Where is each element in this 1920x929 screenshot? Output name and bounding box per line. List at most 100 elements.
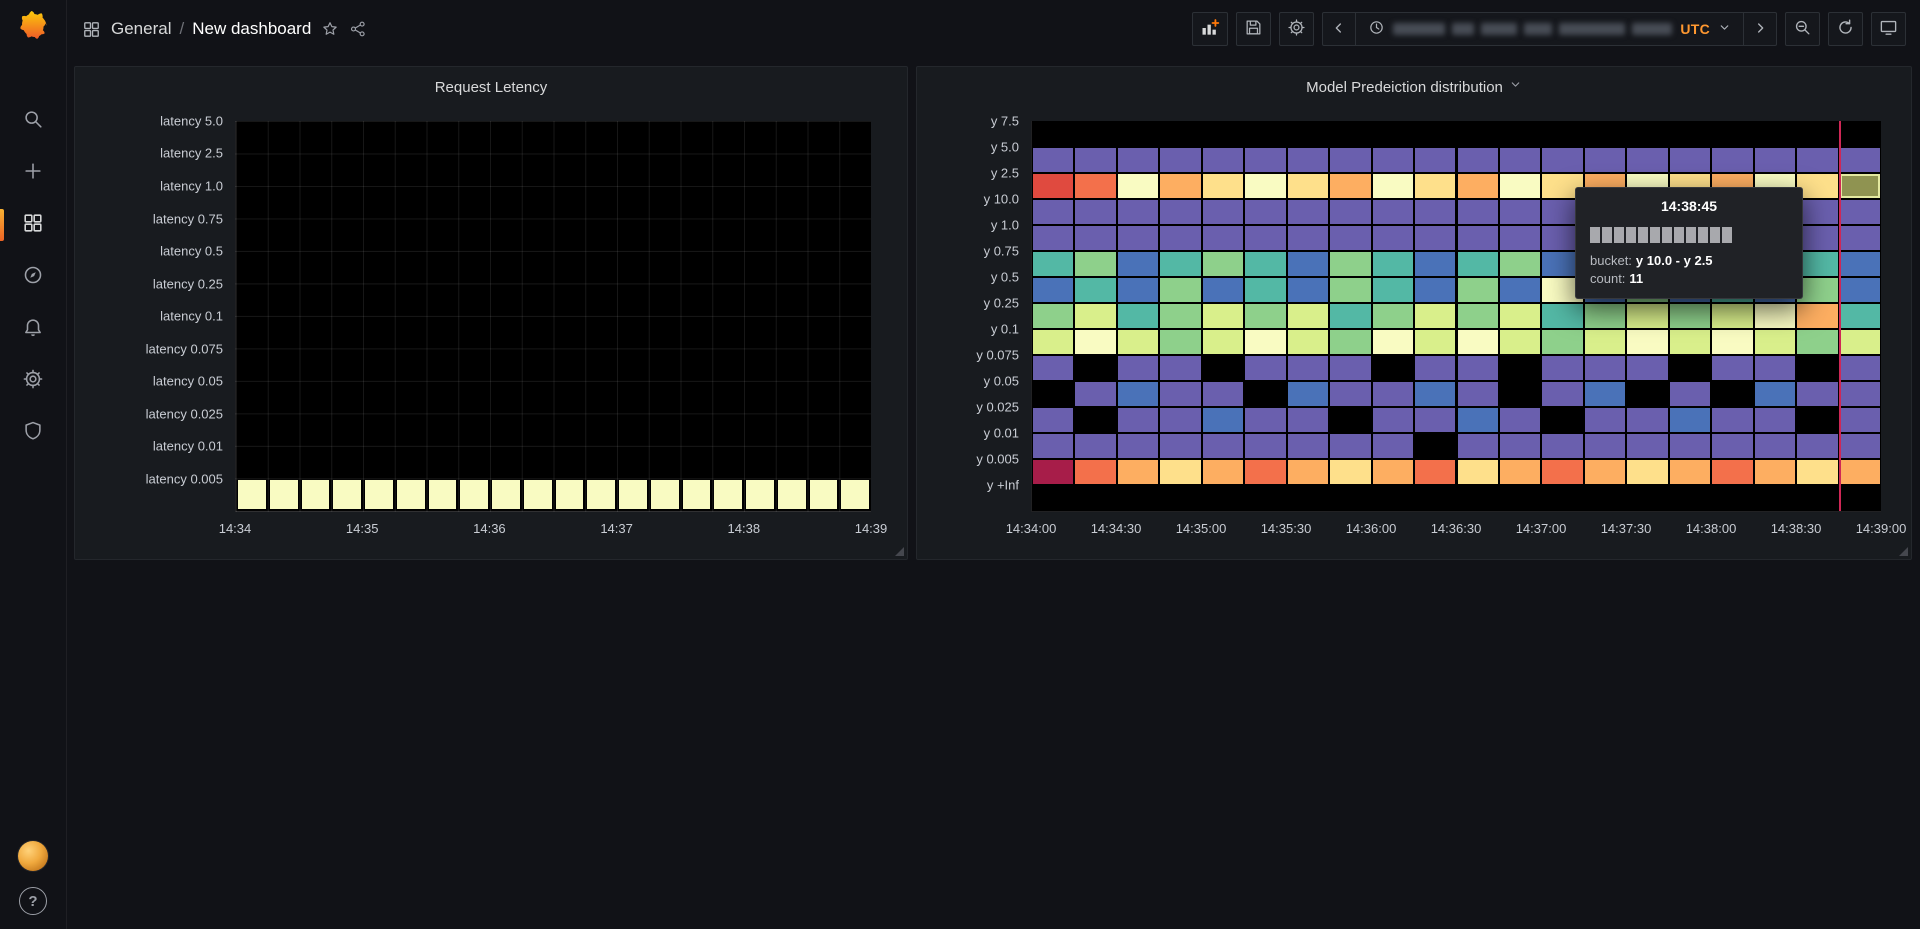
heatmap-cell[interactable] bbox=[810, 480, 838, 508]
heatmap-cell[interactable] bbox=[1797, 226, 1837, 250]
heatmap-cell[interactable] bbox=[1033, 330, 1073, 354]
heatmap-cell[interactable] bbox=[1288, 252, 1328, 276]
heatmap-cell[interactable] bbox=[1330, 330, 1370, 354]
heatmap-cell[interactable] bbox=[1373, 330, 1413, 354]
heatmap-cell[interactable] bbox=[1075, 304, 1115, 328]
heatmap-cell[interactable] bbox=[1542, 382, 1582, 406]
dashboards-breadcrumb-icon[interactable] bbox=[82, 20, 101, 39]
heatmap-cell[interactable] bbox=[460, 480, 488, 508]
heatmap-cell[interactable] bbox=[1542, 330, 1582, 354]
heatmap-cell[interactable] bbox=[1458, 382, 1498, 406]
heatmap-cell[interactable] bbox=[1840, 174, 1880, 198]
heatmap-cell[interactable] bbox=[1585, 460, 1625, 484]
heatmap-cell[interactable] bbox=[1160, 148, 1200, 172]
heatmap-cell[interactable] bbox=[1288, 278, 1328, 302]
heatmap-cell[interactable] bbox=[1245, 304, 1285, 328]
heatmap-cell[interactable] bbox=[1118, 460, 1158, 484]
heatmap-cell[interactable] bbox=[1118, 252, 1158, 276]
heatmap-cell[interactable] bbox=[1075, 330, 1115, 354]
heatmap-cell[interactable] bbox=[1670, 434, 1710, 458]
heatmap-cell[interactable] bbox=[1288, 460, 1328, 484]
heatmap-cell[interactable] bbox=[1373, 304, 1413, 328]
heatmap-cell[interactable] bbox=[1712, 330, 1752, 354]
heatmap-cell[interactable] bbox=[1585, 434, 1625, 458]
sidebar-item-explore[interactable] bbox=[0, 258, 66, 296]
heatmap-cell[interactable] bbox=[1500, 226, 1540, 250]
heatmap-cell[interactable] bbox=[1585, 148, 1625, 172]
heatmap-cell[interactable] bbox=[302, 480, 330, 508]
heatmap-cell[interactable] bbox=[587, 480, 615, 508]
breadcrumb-page[interactable]: New dashboard bbox=[192, 19, 311, 39]
heatmap-cell[interactable] bbox=[1458, 252, 1498, 276]
heatmap-cell[interactable] bbox=[1203, 226, 1243, 250]
heatmap-cell[interactable] bbox=[1118, 356, 1158, 380]
heatmap-cell[interactable] bbox=[397, 480, 425, 508]
heatmap-cell[interactable] bbox=[1245, 434, 1285, 458]
sidebar-item-create[interactable] bbox=[0, 154, 66, 192]
time-range-back-button[interactable] bbox=[1322, 12, 1356, 46]
heatmap-cell[interactable] bbox=[1160, 356, 1200, 380]
panel-title-request-latency[interactable]: Request Letency bbox=[75, 67, 907, 107]
heatmap-cell[interactable] bbox=[1288, 304, 1328, 328]
heatmap-cell[interactable] bbox=[1245, 408, 1285, 432]
heatmap-cell[interactable] bbox=[1330, 460, 1370, 484]
zoom-out-button[interactable] bbox=[1785, 12, 1820, 46]
heatmap-cell[interactable] bbox=[1415, 330, 1455, 354]
sidebar-item-search[interactable] bbox=[0, 102, 66, 140]
heatmap-cell[interactable] bbox=[1033, 460, 1073, 484]
sidebar-item-dashboards[interactable] bbox=[0, 206, 66, 244]
heatmap-cell[interactable] bbox=[1840, 408, 1880, 432]
heatmap-cell[interactable] bbox=[238, 480, 266, 508]
heatmap-cell[interactable] bbox=[1627, 148, 1667, 172]
heatmap-cell[interactable] bbox=[1458, 174, 1498, 198]
heatmap-cell[interactable] bbox=[1203, 460, 1243, 484]
heatmap-cell[interactable] bbox=[1033, 148, 1073, 172]
sidebar-item-configuration[interactable] bbox=[0, 362, 66, 400]
heatmap-cell[interactable] bbox=[1415, 304, 1455, 328]
heatmap-cell[interactable] bbox=[1840, 252, 1880, 276]
heatmap-cell[interactable] bbox=[619, 480, 647, 508]
heatmap-cell[interactable] bbox=[1627, 330, 1667, 354]
heatmap-cell[interactable] bbox=[1415, 148, 1455, 172]
heatmap-cell[interactable] bbox=[1203, 304, 1243, 328]
heatmap-cell[interactable] bbox=[1075, 226, 1115, 250]
heatmap-cell[interactable] bbox=[1118, 434, 1158, 458]
heatmap-cell[interactable] bbox=[1288, 174, 1328, 198]
star-icon[interactable] bbox=[321, 20, 339, 38]
heatmap-cell[interactable] bbox=[1840, 356, 1880, 380]
heatmap-cell[interactable] bbox=[1415, 174, 1455, 198]
heatmap-cell[interactable] bbox=[1500, 434, 1540, 458]
heatmap-cell[interactable] bbox=[1458, 460, 1498, 484]
heatmap-cell[interactable] bbox=[1458, 356, 1498, 380]
heatmap-cell[interactable] bbox=[1627, 304, 1667, 328]
heatmap-cell[interactable] bbox=[1458, 226, 1498, 250]
heatmap-cell[interactable] bbox=[1458, 304, 1498, 328]
heatmap-cell[interactable] bbox=[1415, 356, 1455, 380]
heatmap-cell[interactable] bbox=[1415, 226, 1455, 250]
heatmap-cell[interactable] bbox=[1160, 304, 1200, 328]
heatmap-cell[interactable] bbox=[1245, 460, 1285, 484]
heatmap-cell[interactable] bbox=[1670, 408, 1710, 432]
heatmap-cell[interactable] bbox=[1840, 460, 1880, 484]
heatmap-cell[interactable] bbox=[1458, 148, 1498, 172]
heatmap-cell[interactable] bbox=[1075, 382, 1115, 406]
heatmap-cell[interactable] bbox=[1160, 408, 1200, 432]
heatmap-cell[interactable] bbox=[492, 480, 520, 508]
heatmap-cell[interactable] bbox=[1712, 148, 1752, 172]
heatmap-cell[interactable] bbox=[1755, 330, 1795, 354]
heatmap-cell[interactable] bbox=[1500, 252, 1540, 276]
heatmap-cell[interactable] bbox=[1373, 434, 1413, 458]
sidebar-item-alerting[interactable] bbox=[0, 310, 66, 348]
heatmap-cell[interactable] bbox=[1160, 252, 1200, 276]
heatmap-cell[interactable] bbox=[1033, 200, 1073, 224]
heatmap-cell[interactable] bbox=[1840, 278, 1880, 302]
heatmap-cell[interactable] bbox=[1585, 408, 1625, 432]
heatmap-cell[interactable] bbox=[1797, 304, 1837, 328]
heatmap-cell[interactable] bbox=[1458, 434, 1498, 458]
heatmap-cell[interactable] bbox=[1840, 304, 1880, 328]
heatmap-cell[interactable] bbox=[1627, 356, 1667, 380]
heatmap-cell[interactable] bbox=[1627, 408, 1667, 432]
heatmap-cell[interactable] bbox=[1118, 200, 1158, 224]
heatmap-cell[interactable] bbox=[1245, 174, 1285, 198]
heatmap-cell[interactable] bbox=[1118, 408, 1158, 432]
